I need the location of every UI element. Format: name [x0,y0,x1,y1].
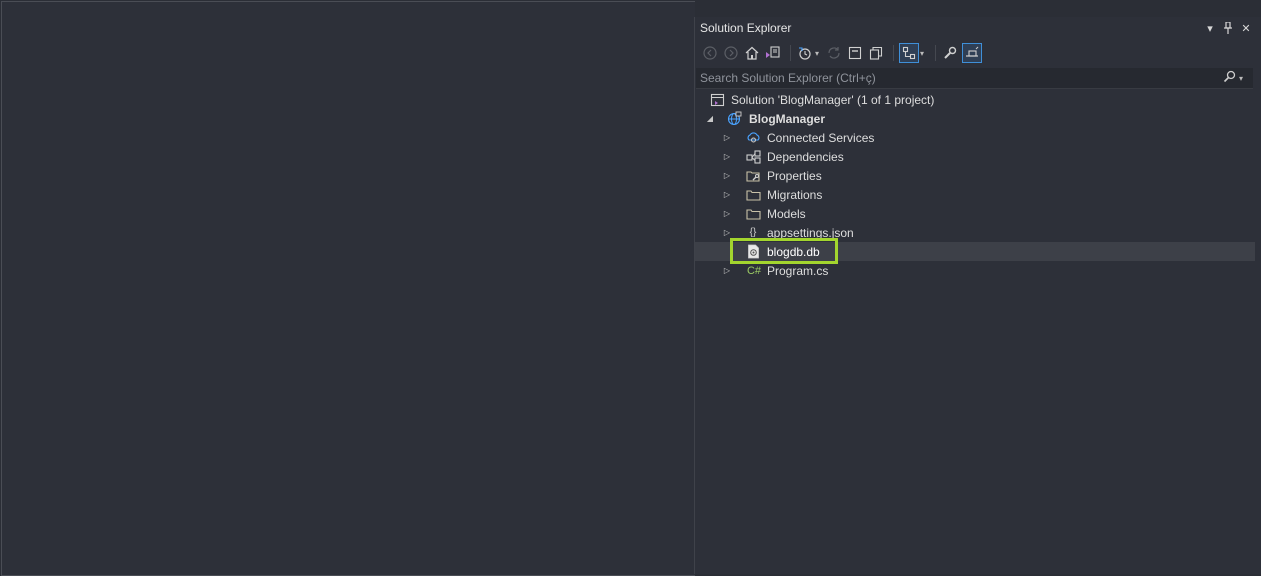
back-icon[interactable] [701,43,719,63]
tree-item-label: Dependencies [767,149,844,164]
pending-changes-dropdown-icon[interactable]: ▾ [815,49,819,58]
collapse-arrow-icon[interactable]: ◢ [705,114,715,123]
expand-arrow-icon[interactable]: ▷ [722,133,732,142]
panel-title: Solution Explorer [700,21,792,35]
expand-arrow-icon[interactable]: ▷ [722,266,732,275]
solution-icon [709,92,725,108]
expand-arrow-icon[interactable]: ▷ [722,171,732,180]
solution-explorer-toolbar: ▾ ▾ [695,40,1261,66]
dropdown-icon[interactable]: ▾ [1203,20,1217,36]
tree-item-blogdb[interactable]: blogdb.db [695,242,1255,261]
solution-label: Solution 'BlogManager' (1 of 1 project) [731,92,935,107]
db-file-icon [745,244,761,260]
tree-item-label: appsettings.json [767,225,854,240]
preview-selected-icon[interactable] [962,43,983,63]
tree-item-label: blogdb.db [767,244,820,259]
tree-item-label: Properties [767,168,822,183]
expand-arrow-icon[interactable]: ▷ [722,209,732,218]
properties-icon[interactable] [941,43,959,63]
show-all-files-icon[interactable] [867,43,885,63]
search-box: ▾ [696,68,1253,89]
search-input[interactable] [696,70,1219,86]
folder-icon [745,187,761,203]
tree-item-properties[interactable]: ▷ Properties [695,166,1255,185]
solution-explorer-title-bar: Solution Explorer ▾ ✕ [695,17,1261,39]
close-icon[interactable]: ✕ [1239,20,1253,36]
toolbar-separator [935,45,937,61]
switch-views-icon[interactable] [764,43,782,63]
title-buttons: ▾ ✕ [1203,17,1253,39]
tree-item-appsettings[interactable]: ▷ {} appsettings.json [695,223,1255,242]
collapse-all-icon[interactable] [846,43,864,63]
folder-icon [745,206,761,222]
toolbar-separator [893,45,895,61]
track-active-dropdown-icon[interactable]: ▾ [920,49,924,58]
json-file-icon: {} [749,227,757,238]
connected-services-icon [745,130,761,146]
expand-arrow-icon[interactable]: ▷ [722,190,732,199]
home-icon[interactable] [743,43,761,63]
vertical-scrollbar[interactable] [1255,90,1261,574]
tree-item-solution[interactable]: Solution 'BlogManager' (1 of 1 project) [695,90,1255,109]
pending-changes-icon[interactable] [796,43,814,63]
tree-item-migrations[interactable]: ▷ Migrations [695,185,1255,204]
tree-item-models[interactable]: ▷ Models [695,204,1255,223]
csharp-file-icon: C# [746,264,762,277]
project-label: BlogManager [749,111,826,126]
solution-explorer-panel: Solution Explorer ▾ ✕ ▾ ▾ Search Solutio… [694,17,1261,574]
expand-arrow-icon[interactable]: ▷ [722,228,732,237]
sync-icon[interactable] [825,43,843,63]
track-active-icon[interactable] [899,43,920,63]
expand-arrow-icon[interactable]: ▷ [722,152,732,161]
editor-area [1,1,695,576]
tree-item-connected-services[interactable]: ▷ Connected Services [695,128,1255,147]
tree-item-project[interactable]: ◢ BlogManager [695,109,1255,128]
tree-item-program[interactable]: ▷ C# Program.cs [695,261,1255,280]
tree-item-label: Program.cs [767,263,829,278]
search-options-dropdown-icon[interactable]: ▾ [1239,74,1249,83]
tree-item-dependencies[interactable]: ▷ Dependencies [695,147,1255,166]
search-icon[interactable] [1219,70,1239,86]
toolbar-separator [790,45,791,61]
pin-icon[interactable] [1221,20,1235,36]
properties-folder-icon [745,168,761,184]
web-project-icon [726,111,742,127]
tree-item-label: Migrations [767,187,823,202]
tree-item-label: Models [767,206,806,221]
forward-icon[interactable] [722,43,740,63]
dependencies-icon [745,149,761,165]
tree-item-label: Connected Services [767,130,875,145]
